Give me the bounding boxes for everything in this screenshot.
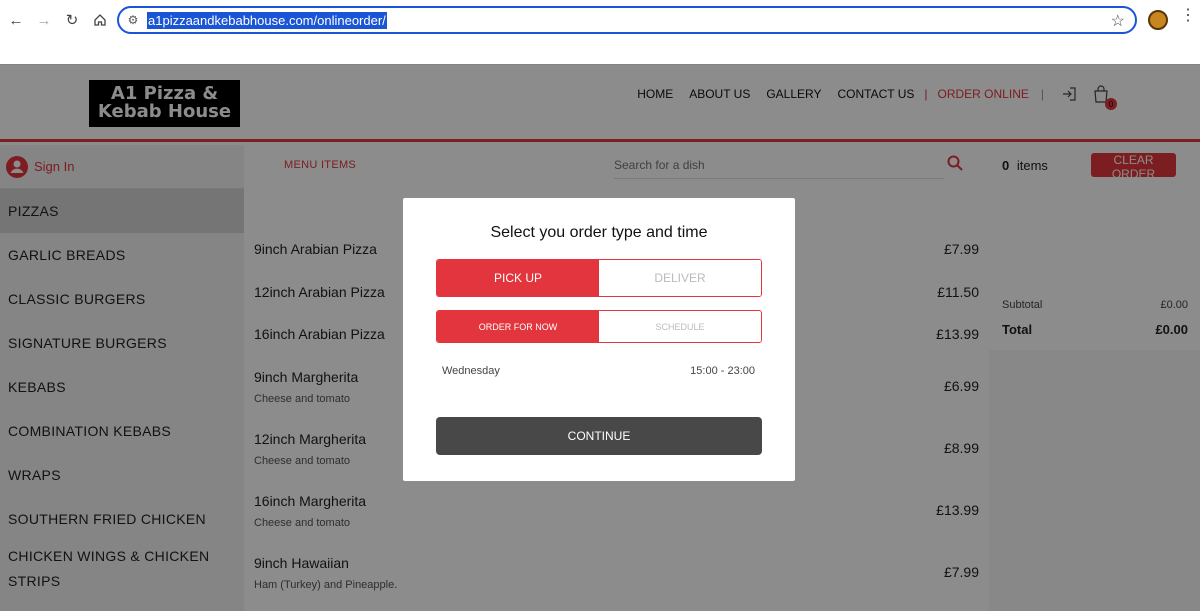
back-icon[interactable]: ← [2,6,30,34]
reload-icon[interactable]: ↻ [58,6,86,34]
order-time-toggle: ORDER FOR NOW SCHEDULE [436,310,762,343]
order-type-toggle: PICK UP DELIVER [436,259,762,297]
home-icon[interactable] [86,6,114,34]
bookmark-star-icon[interactable]: ☆ [1111,11,1125,31]
continue-button[interactable]: CONTINUE [436,417,762,455]
url-text[interactable]: a1pizzaandkebabhouse.com/onlineorder/ [147,11,387,29]
site-info-icon[interactable]: ⚙ [119,13,147,27]
opening-day: Wednesday [442,365,500,377]
pickup-button[interactable]: PICK UP [437,260,599,296]
dialog-title: Select you order type and time [490,224,708,241]
opening-hours: 15:00 - 23:00 [690,365,755,377]
address-bar[interactable]: ⚙ a1pizzaandkebabhouse.com/onlineorder/ … [117,6,1137,34]
schedule-button[interactable]: SCHEDULE [599,311,761,342]
order-type-dialog: Select you order type and time PICK UP D… [403,198,795,481]
forward-icon[interactable]: → [30,6,58,34]
browser-toolbar: ← → ↻ ⚙ a1pizzaandkebabhouse.com/onlineo… [0,0,1200,40]
order-now-button[interactable]: ORDER FOR NOW [437,311,599,342]
browser-menu-icon[interactable]: ⋮ [1180,8,1196,24]
deliver-button[interactable]: DELIVER [599,260,761,296]
profile-avatar[interactable] [1148,10,1168,30]
